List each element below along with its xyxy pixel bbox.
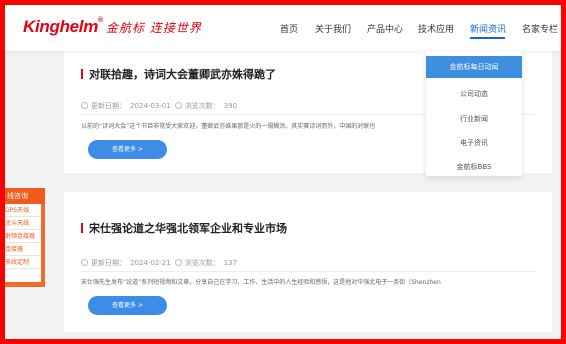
article-title-text: 对联拾趣，诗词大会董卿武亦姝得跪了 bbox=[89, 68, 276, 81]
side-item-connector[interactable]: 连接器 bbox=[5, 243, 41, 256]
nav-item-news[interactable]: 新闻资讯 bbox=[470, 22, 506, 35]
page-viewport: Kinghelm® 金航标 连接世界 首页 关于我们 产品中心 技术应用 新闻资… bbox=[5, 5, 561, 339]
article-title[interactable]: 宋仕强论道之华强北领军企业和专业市场 bbox=[81, 220, 287, 236]
main-nav: 首页 关于我们 产品中心 技术应用 新闻资讯 名家专栏 bbox=[5, 22, 561, 36]
side-item-gps-antenna[interactable]: GPS天线 bbox=[5, 204, 41, 217]
eye-icon bbox=[174, 102, 182, 109]
nav-item-home[interactable]: 首页 bbox=[280, 22, 298, 35]
title-accent-bar bbox=[81, 69, 83, 79]
divider bbox=[81, 271, 537, 272]
dropdown-item-electronics-news[interactable]: 电子资讯 bbox=[426, 131, 522, 155]
nav-item-tech[interactable]: 技术应用 bbox=[418, 22, 454, 35]
views-value: 390 bbox=[223, 102, 238, 110]
nav-item-about[interactable]: 关于我们 bbox=[315, 22, 351, 35]
views-value: 137 bbox=[223, 259, 238, 267]
title-accent-bar bbox=[81, 223, 83, 233]
article-meta: 更新日期： 2024-03-01 浏览次数： 390 bbox=[81, 101, 237, 111]
nav-item-experts[interactable]: 名家专栏 bbox=[522, 22, 558, 35]
clock-icon bbox=[81, 259, 88, 266]
article-title-text: 宋仕强论道之华强北领军企业和专业市场 bbox=[89, 222, 287, 235]
date-value: 2024-03-01 bbox=[130, 102, 171, 110]
date-label: 更新日期： bbox=[91, 102, 126, 110]
article-title[interactable]: 对联拾趣，诗词大会董卿武亦姝得跪了 bbox=[81, 66, 276, 82]
side-item-beidou-antenna[interactable]: 北斗天线 bbox=[5, 217, 41, 230]
nav-active-indicator bbox=[470, 37, 505, 39]
article-excerpt: 以前的“诗词大会”这个节目非常受大家欢迎，董卿武亦姝果那是火的一塌糊涂。其实赛诗… bbox=[81, 123, 376, 130]
dropdown-item-daily-news[interactable]: 金航标每日动闻 bbox=[426, 56, 522, 78]
clock-icon bbox=[81, 102, 88, 109]
site-header: Kinghelm® 金航标 连接世界 首页 关于我们 产品中心 技术应用 新闻资… bbox=[5, 5, 561, 51]
views-label: 浏览次数： bbox=[184, 102, 220, 110]
dropdown-item-industry-news[interactable]: 行业新闻 bbox=[426, 107, 522, 131]
side-panel-title[interactable]: 线咨询 bbox=[5, 188, 45, 204]
side-item-custom-antenna[interactable]: 天线定制 bbox=[5, 256, 41, 269]
views-label: 浏览次数： bbox=[184, 259, 220, 267]
dropdown-item-company-news[interactable]: 公司动态 bbox=[426, 82, 522, 106]
side-consult-panel: 线咨询 GPS天线 北斗天线 射频连接器 连接器 天线定制 bbox=[5, 188, 45, 287]
nav-item-products[interactable]: 产品中心 bbox=[367, 22, 403, 35]
article-card: 宋仕强论道之华强北领军企业和专业市场 更新日期： 2024-02-21 浏览次数： 1… bbox=[64, 192, 552, 332]
article-meta: 更新日期： 2024-02-21 浏览次数： 137 bbox=[81, 258, 237, 268]
eye-icon bbox=[174, 259, 182, 266]
news-dropdown-menu: 金航标每日动闻 公司动态 行业新闻 电子资讯 金航标BBS bbox=[426, 51, 522, 176]
article-excerpt: 宋仕强先生发布“论道”系列短视频和文章，分享自己在学习、工作、生活中的人生经验和… bbox=[81, 279, 441, 286]
view-more-button[interactable]: 查看更多 > bbox=[88, 296, 167, 315]
side-item-rf-connector[interactable]: 射频连接器 bbox=[5, 230, 41, 243]
dropdown-item-bbs[interactable]: 金航标BBS bbox=[426, 155, 522, 179]
date-label: 更新日期： bbox=[91, 259, 126, 267]
date-value: 2024-02-21 bbox=[130, 259, 171, 267]
side-panel-list: GPS天线 北斗天线 射频连接器 连接器 天线定制 bbox=[5, 204, 41, 282]
view-more-button[interactable]: 查看更多 > bbox=[88, 140, 167, 159]
